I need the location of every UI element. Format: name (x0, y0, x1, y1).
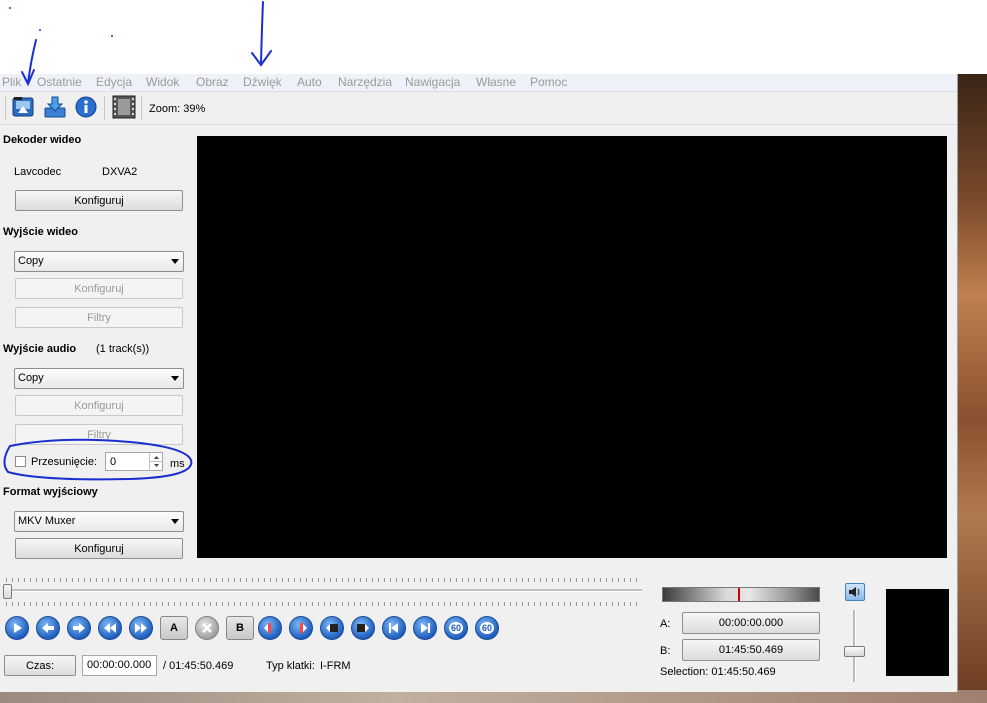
selection-a-button[interactable]: 00:00:00.000 (682, 612, 820, 634)
audio-output-title: Wyjście audio (3, 343, 77, 355)
info-icon[interactable] (75, 96, 97, 118)
video-output-selected: Copy (18, 255, 44, 267)
menu-edit[interactable]: Edycja (96, 75, 132, 89)
timeline-track[interactable] (6, 589, 642, 592)
selection-summary: Selection: 01:45:50.469 (660, 666, 776, 678)
audio-shift-unit: ms (170, 458, 185, 470)
chevron-down-icon (171, 519, 179, 524)
output-format-selected: MKV Muxer (18, 515, 76, 527)
audio-meter-marker (738, 588, 740, 601)
timeline-thumb[interactable] (3, 584, 12, 599)
volume-slider-thumb[interactable] (844, 646, 865, 657)
current-time-input[interactable]: 00:00:00.000 (82, 655, 157, 676)
time-button[interactable]: Czas: (4, 655, 76, 676)
play-button[interactable] (5, 616, 29, 640)
prev-cut-button[interactable] (320, 616, 344, 640)
menu-navigation[interactable]: Nawigacja (405, 75, 460, 89)
menu-file[interactable]: Plik (2, 75, 21, 89)
menu-recent[interactable]: Ostatnie (37, 75, 82, 89)
volume-button[interactable] (845, 583, 865, 601)
video-configure-button[interactable]: Konfiguruj (15, 278, 183, 299)
audio-output-selected: Copy (18, 372, 44, 384)
audio-shift-checkbox[interactable] (15, 456, 26, 467)
go-first-button[interactable] (382, 616, 406, 640)
timeline-ticks (6, 602, 641, 606)
video-preview (197, 136, 947, 558)
menu-tools[interactable]: Narzędzia (338, 75, 392, 89)
forward-button[interactable] (67, 616, 91, 640)
forward-60-button[interactable]: 60 (475, 616, 499, 640)
video-output-select[interactable]: Copy (14, 251, 184, 272)
toolbar-separator (5, 96, 6, 120)
thumbnail-preview (886, 589, 949, 676)
codec-value: DXVA2 (102, 166, 138, 178)
menu-video[interactable]: Obraz (196, 75, 229, 89)
menu-custom[interactable]: Własne (476, 75, 516, 89)
selection-b-label: B: (660, 645, 671, 657)
selection-b-button[interactable]: 01:45:50.469 (682, 639, 820, 661)
set-marker-b-button[interactable]: B (226, 616, 254, 640)
film-icon[interactable] (112, 95, 136, 119)
codec-label: Lavcodec (14, 166, 62, 178)
menu-audio[interactable]: Dźwięk (243, 75, 282, 89)
frame-type-label: Typ klatki: (266, 660, 315, 672)
save-video-icon[interactable] (44, 96, 66, 118)
output-format-select[interactable]: MKV Muxer (14, 511, 184, 532)
audio-shift-spinner[interactable] (149, 453, 163, 470)
audio-filters-button[interactable]: Filtry (15, 424, 183, 445)
chevron-down-icon (171, 376, 179, 381)
zoom-label: Zoom: 39% (149, 103, 206, 115)
go-last-button[interactable] (413, 616, 437, 640)
video-filters-button[interactable]: Filtry (15, 307, 183, 328)
chevron-down-icon (171, 259, 179, 264)
forward-60-label: 60 (479, 622, 494, 634)
delete-button[interactable] (195, 616, 219, 640)
marker-b-text: B (236, 622, 244, 634)
frame-type-value: I-FRM (320, 660, 351, 672)
back-60-button[interactable]: 60 (444, 616, 468, 640)
next-keyframe-button[interactable] (129, 616, 153, 640)
output-format-title: Format wyjściowy (3, 486, 98, 498)
menu-view[interactable]: Widok (146, 75, 179, 89)
audio-track-count: (1 track(s)) (96, 343, 150, 355)
current-time-value: 00:00:00.000 (87, 659, 152, 671)
total-time: / 01:45:50.469 (163, 660, 234, 672)
set-marker-a-button[interactable]: A (160, 616, 188, 640)
toolbar (0, 92, 957, 125)
rewind-button[interactable] (36, 616, 60, 640)
video-decoder-title: Dekoder wideo (3, 134, 82, 146)
menu-bar: Plik Ostatnie Edycja Widok Obraz Dźwięk … (0, 74, 957, 92)
next-cut-button[interactable] (351, 616, 375, 640)
audio-configure-button[interactable]: Konfiguruj (15, 395, 183, 416)
format-configure-button[interactable]: Konfiguruj (15, 538, 183, 559)
menu-auto[interactable]: Auto (297, 75, 322, 89)
speaker-icon (849, 587, 860, 597)
desktop-background (957, 74, 987, 703)
marker-a-text: A (170, 622, 178, 634)
audio-output-select[interactable]: Copy (14, 368, 184, 389)
go-marker-b-button[interactable] (289, 616, 313, 640)
menu-help[interactable]: Pomoc (530, 75, 567, 89)
go-marker-a-button[interactable] (258, 616, 282, 640)
timeline-ticks (6, 578, 641, 582)
back-60-label: 60 (448, 622, 463, 634)
audio-shift-value: 0 (110, 456, 117, 468)
decoder-configure-button[interactable]: Konfiguruj (15, 190, 183, 211)
toolbar-separator (104, 96, 105, 120)
audio-shift-label: Przesunięcie: (31, 456, 98, 468)
audio-meter (662, 587, 820, 602)
prev-keyframe-button[interactable] (98, 616, 122, 640)
video-output-title: Wyjście wideo (3, 226, 78, 238)
toolbar-separator (141, 96, 142, 120)
selection-a-label: A: (660, 618, 671, 630)
open-video-icon[interactable] (12, 96, 34, 118)
